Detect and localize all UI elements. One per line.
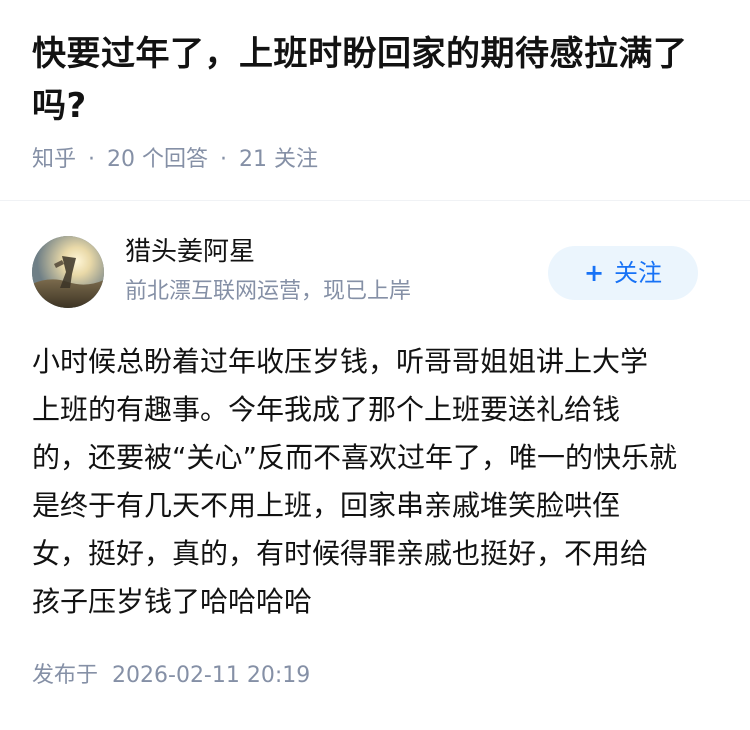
author-bio: 前北漂互联网运营，现已上岸 (125, 279, 412, 304)
author-name[interactable]: 猎头姜阿星 (125, 234, 255, 270)
follow-button[interactable]: + 关注 (548, 246, 698, 300)
answer-page: 快要过年了，上班时盼回家的期待感拉满了吗? 知乎 · 20 个回答 · 21 关注 (0, 0, 750, 730)
answer-line: 女，挺好，真的，有时候得罪亲戚也挺好，不用给 (32, 537, 649, 570)
question-meta: 知乎 · 20 个回答 · 21 关注 (32, 144, 318, 176)
publish-info: 发布于 2026-02-11 20:19 (32, 660, 310, 692)
author-row: 猎头姜阿星 前北漂互联网运营，现已上岸 + 关注 (0, 230, 750, 316)
publish-time: 2026-02-11 20:19 (112, 663, 311, 688)
answer-line: 的，还要被“关心”反而不喜欢过年了，唯一的快乐就 (32, 441, 678, 474)
answer-line: 小时候总盼着过年收压岁钱，听哥哥姐姐讲上大学 (32, 345, 649, 378)
meta-separator: · (220, 147, 228, 172)
answer-count[interactable]: 20 个回答 (107, 147, 208, 172)
follower-count: 21 关注 (239, 147, 319, 172)
plus-icon: + (583, 259, 605, 287)
answer-line: 是终于有几天不用上班，回家串亲戚堆笑脸哄侄 (32, 489, 621, 522)
publish-label: 发布于 (32, 663, 99, 688)
answer-line: 孩子压岁钱了哈哈哈哈 (32, 585, 313, 618)
follow-label: 关注 (614, 259, 663, 287)
section-divider (0, 200, 750, 201)
answer-content[interactable]: 小时候总盼着过年收压岁钱，听哥哥姐姐讲上大学 上班的有趣事。今年我成了那个上班要… (32, 338, 722, 626)
meta-separator: · (88, 147, 96, 172)
avatar-photo-icon (32, 236, 104, 308)
answer-line: 上班的有趣事。今年我成了那个上班要送礼给钱 (32, 393, 621, 426)
avatar[interactable] (32, 236, 104, 308)
source-label[interactable]: 知乎 (32, 147, 76, 172)
question-title[interactable]: 快要过年了，上班时盼回家的期待感拉满了吗? (32, 28, 722, 132)
